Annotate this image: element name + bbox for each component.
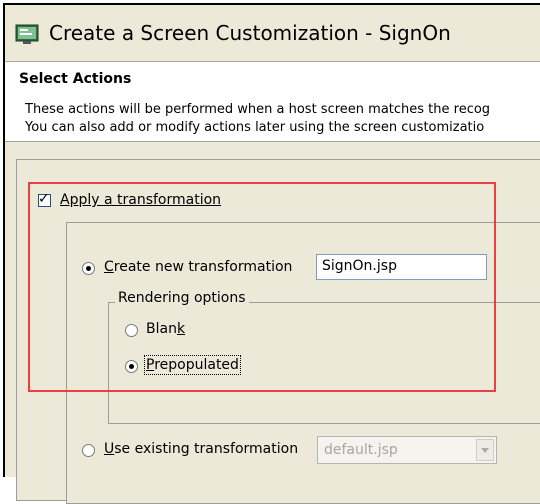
use-existing-transformation-label[interactable]: Use existing transformation: [104, 441, 298, 457]
radio-selected-dot: [129, 364, 134, 369]
prepopulated-radio[interactable]: [125, 360, 138, 373]
use-existing-transformation-radio[interactable]: [82, 444, 95, 457]
page-heading: Select Actions: [19, 71, 132, 87]
blank-label[interactable]: Blank: [146, 321, 185, 337]
new-transformation-name-input[interactable]: SignOn.jsp: [316, 254, 487, 280]
existing-transformation-select[interactable]: default.jsp: [317, 436, 497, 464]
create-new-transformation-radio[interactable]: [82, 262, 95, 275]
banner-description-line-1: These actions will be performed when a h…: [25, 102, 491, 117]
prepopulated-label[interactable]: Prepopulated: [144, 355, 241, 375]
chevron-down-icon: [481, 448, 489, 453]
create-new-transformation-label[interactable]: Create new transformation: [104, 259, 292, 275]
blank-radio[interactable]: [125, 324, 138, 337]
apply-transformation-checkbox[interactable]: ✓: [38, 191, 51, 207]
checkmark-icon: ✓: [38, 191, 50, 207]
rendering-options-title: Rendering options: [115, 290, 249, 306]
existing-transformation-value: default.jsp: [324, 442, 398, 458]
screen-customization-icon: [15, 24, 39, 44]
apply-transformation-label[interactable]: Apply a transformation: [60, 192, 221, 208]
wizard-banner: Select Actions These actions will be per…: [5, 62, 540, 142]
radio-selected-dot: [86, 266, 91, 271]
banner-description-line-2: You can also add or modify actions later…: [25, 120, 485, 135]
title-bar: Create a Screen Customization - SignOn: [5, 5, 540, 62]
dropdown-button[interactable]: [476, 439, 494, 461]
window-title: Create a Screen Customization - SignOn: [49, 21, 451, 45]
